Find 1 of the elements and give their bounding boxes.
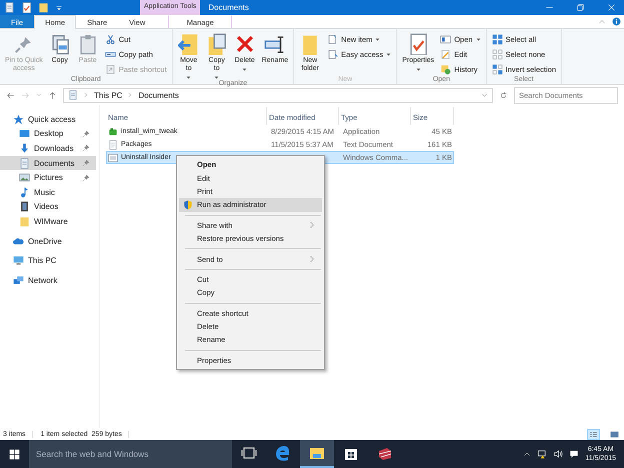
window-title: Documents (207, 2, 250, 14)
